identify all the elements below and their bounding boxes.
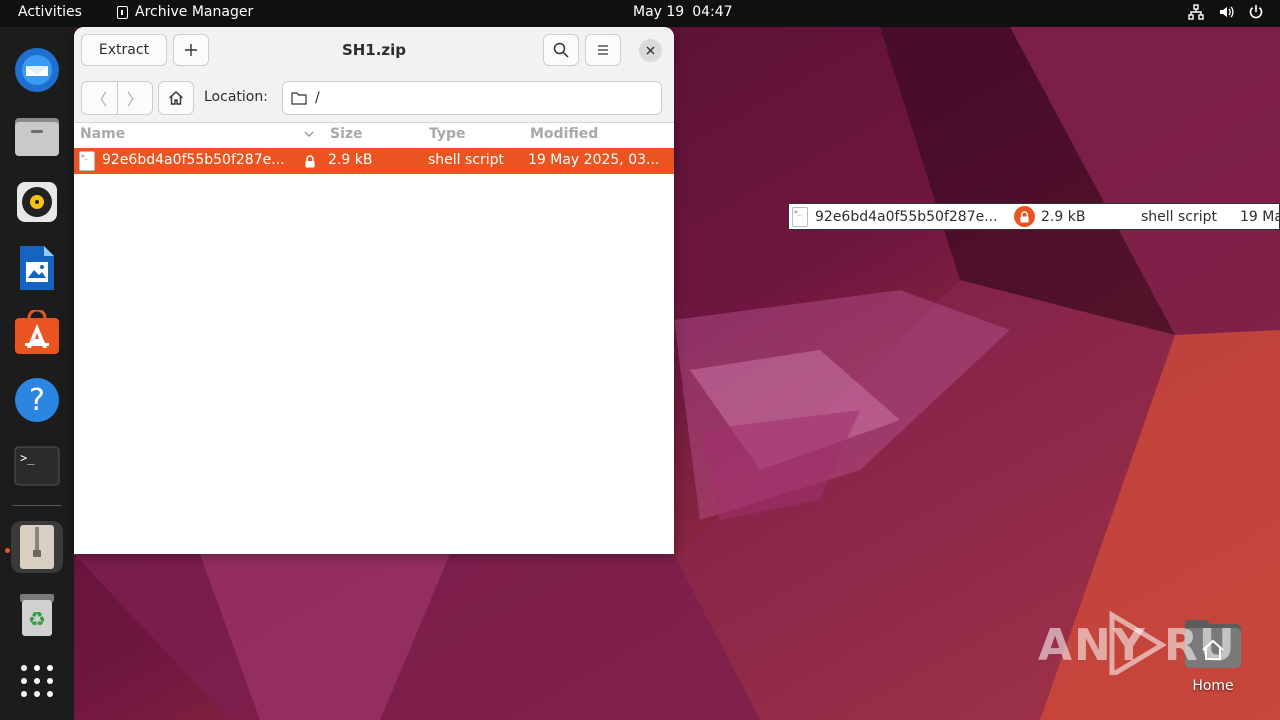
app-menu-label: Archive Manager — [135, 4, 254, 20]
drag-file-modified: 19 Ma — [1240, 209, 1280, 225]
drag-preview: >_ 92e6bd4a0f55b50f287e... 2.9 kB shell … — [788, 203, 1280, 230]
chevron-left-icon: 〈 — [91, 90, 108, 109]
libreoffice-writer-icon — [20, 246, 54, 290]
svg-text:>_: >_ — [20, 451, 35, 465]
dock-item-terminal[interactable]: >_ — [11, 440, 63, 492]
location-field[interactable]: / — [282, 81, 662, 115]
close-button[interactable] — [639, 39, 662, 62]
home-folder-button[interactable] — [158, 81, 194, 115]
dock-item-files[interactable] — [11, 110, 63, 162]
terminal-icon: >_ — [14, 446, 60, 486]
folder-icon — [291, 92, 307, 105]
dock-item-help[interactable]: ? — [11, 374, 63, 426]
dock-item-archive-manager[interactable] — [11, 521, 63, 573]
search-icon — [553, 42, 569, 58]
archive-manager-window: Extract SH1.zip 〈 〉 Location: / Name Siz… — [74, 27, 674, 554]
volume-icon — [1218, 4, 1234, 20]
activities-button[interactable]: Activities — [18, 4, 82, 20]
power-icon — [1248, 4, 1264, 20]
home-icon — [169, 91, 183, 105]
show-apps-icon — [21, 665, 53, 697]
forward-button[interactable]: 〉 — [118, 82, 153, 114]
app-menu[interactable]: Archive Manager — [117, 4, 253, 20]
back-button[interactable]: 〈 — [82, 82, 118, 114]
drag-file-type: shell script — [1141, 209, 1218, 225]
file-name: 92e6bd4a0f55b50f287e... — [102, 152, 285, 168]
dock-separator — [12, 505, 62, 506]
clock[interactable]: May 19 04:47 — [633, 4, 733, 20]
lock-icon — [1014, 206, 1035, 227]
dock-item-rhythmbox[interactable] — [11, 176, 63, 228]
shell-script-file-icon: >_ — [79, 151, 95, 171]
menu-button[interactable] — [585, 34, 621, 66]
location-value: / — [315, 90, 320, 106]
shell-script-file-icon: >_ — [792, 207, 808, 227]
file-size: 2.9 kB — [328, 152, 373, 168]
column-headers: Name Size Type Modified — [74, 123, 674, 147]
thunderbird-icon — [15, 48, 59, 92]
network-icon — [1188, 4, 1204, 20]
search-button[interactable] — [543, 34, 579, 66]
column-header-modified[interactable]: Modified — [530, 126, 598, 142]
sort-chevron-down-icon — [304, 131, 314, 137]
location-bar: 〈 〉 Location: / — [74, 74, 674, 123]
column-header-type[interactable]: Type — [429, 126, 466, 142]
add-files-button[interactable] — [173, 34, 209, 66]
archive-manager-icon — [117, 5, 128, 19]
column-header-name[interactable]: Name — [80, 126, 125, 142]
file-row[interactable]: >_ 92e6bd4a0f55b50f287e... 2.9 kB shell … — [74, 148, 674, 174]
anyrun-watermark: ANY RUN — [1038, 610, 1238, 675]
running-indicator — [5, 548, 10, 553]
chevron-right-icon: 〉 — [126, 90, 143, 109]
rhythmbox-icon — [17, 182, 57, 222]
app-center-icon — [15, 310, 59, 354]
trash-icon: ♻ — [20, 594, 54, 636]
header-bar: Extract SH1.zip — [74, 27, 674, 74]
column-header-size[interactable]: Size — [330, 126, 363, 142]
navigation-buttons: 〈 〉 — [81, 81, 153, 115]
extract-button[interactable]: Extract — [81, 34, 167, 66]
file-modified: 19 May 2025, 03... — [528, 152, 660, 168]
svg-text:?: ? — [29, 383, 45, 418]
dock-item-app-center[interactable] — [11, 308, 63, 360]
top-bar: Activities Archive Manager May 19 04:47 — [0, 0, 1280, 27]
drag-file-size: 2.9 kB — [1041, 209, 1086, 225]
file-type: shell script — [428, 152, 505, 168]
hamburger-icon — [598, 45, 608, 55]
archive-manager-icon — [20, 525, 54, 569]
watermark-text-run: RUN — [1164, 620, 1238, 671]
drag-file-name: 92e6bd4a0f55b50f287e... — [815, 209, 998, 225]
dock: ? >_ ♻ — [0, 27, 74, 720]
location-label: Location: — [204, 89, 268, 105]
dock-item-thunderbird[interactable] — [11, 43, 63, 95]
files-icon — [15, 118, 59, 156]
svg-text:♻: ♻ — [28, 607, 46, 631]
dock-item-show-apps[interactable] — [11, 655, 63, 707]
clock-time: 04:47 — [692, 4, 733, 20]
close-icon — [646, 46, 655, 55]
dock-item-writer[interactable] — [11, 242, 63, 294]
clock-date: May 19 — [633, 4, 685, 20]
home-folder-label: Home — [1192, 678, 1234, 694]
help-icon: ? — [15, 378, 59, 422]
plus-icon — [185, 44, 197, 56]
lock-icon — [305, 155, 315, 168]
dock-item-trash[interactable]: ♻ — [11, 589, 63, 641]
system-tray[interactable] — [1188, 4, 1264, 20]
